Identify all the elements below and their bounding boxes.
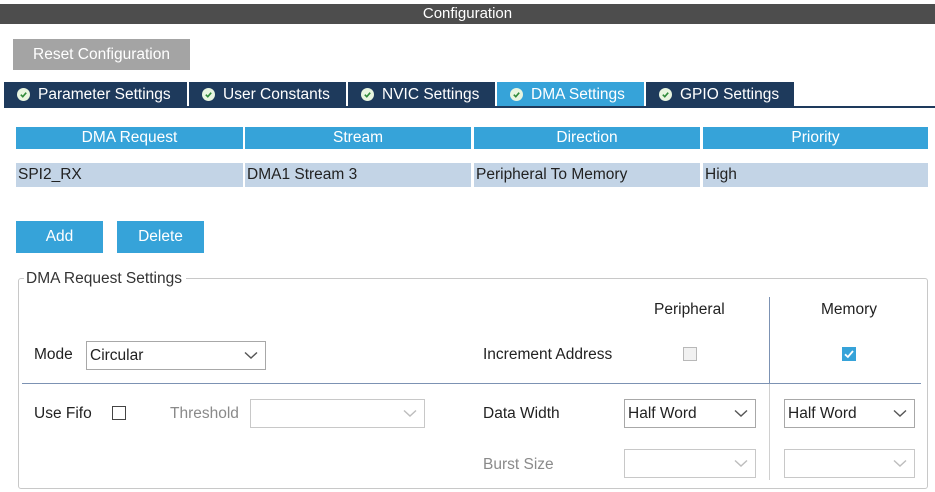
data-width-memory-select[interactable]: Half Word xyxy=(784,399,915,428)
chevron-down-icon xyxy=(403,409,417,417)
column-header-dma-request[interactable]: DMA Request xyxy=(16,127,243,149)
tab-label: GPIO Settings xyxy=(680,85,780,103)
data-width-label: Data Width xyxy=(483,405,560,422)
chevron-down-icon xyxy=(734,409,748,417)
threshold-select[interactable] xyxy=(250,399,425,428)
burst-size-peripheral-select[interactable] xyxy=(624,449,756,478)
data-width-memory-value: Half Word xyxy=(788,405,857,422)
add-button[interactable]: Add xyxy=(16,221,103,253)
column-header-stream[interactable]: Stream xyxy=(245,127,471,149)
tab-label: User Constants xyxy=(223,85,330,103)
data-width-peripheral-value: Half Word xyxy=(628,405,697,422)
peripheral-column-header: Peripheral xyxy=(654,301,725,318)
chevron-down-icon xyxy=(734,459,748,467)
reset-configuration-button[interactable]: Reset Configuration xyxy=(13,39,190,70)
increment-address-label: Increment Address xyxy=(483,346,613,363)
check-icon xyxy=(361,88,374,101)
cell-stream[interactable]: DMA1 Stream 3 xyxy=(245,163,471,187)
tab-underline xyxy=(4,106,935,108)
tab-label: NVIC Settings xyxy=(382,85,480,103)
burst-size-memory-select[interactable] xyxy=(784,449,915,478)
settings-tabs: Parameter Settings User Constants NVIC S… xyxy=(4,82,796,107)
section-divider xyxy=(22,383,921,384)
use-fifo-checkbox[interactable] xyxy=(112,406,126,420)
tab-dma-settings[interactable]: DMA Settings xyxy=(497,82,644,107)
delete-button[interactable]: Delete xyxy=(117,221,204,253)
check-icon xyxy=(202,88,215,101)
column-header-direction[interactable]: Direction xyxy=(474,127,700,149)
memory-column-header: Memory xyxy=(821,301,877,318)
threshold-label: Threshold xyxy=(170,405,239,422)
data-width-peripheral-select[interactable]: Half Word xyxy=(624,399,756,428)
column-divider-lower xyxy=(769,384,770,480)
chevron-down-icon xyxy=(893,459,907,467)
cell-priority[interactable]: High xyxy=(703,163,928,187)
tab-user-constants[interactable]: User Constants xyxy=(189,82,346,107)
check-icon xyxy=(844,350,854,359)
chevron-down-icon xyxy=(244,351,258,359)
tab-nvic-settings[interactable]: NVIC Settings xyxy=(348,82,495,107)
tab-parameter-settings[interactable]: Parameter Settings xyxy=(4,82,187,107)
cell-dma-request[interactable]: SPI2_RX xyxy=(16,163,243,187)
check-icon xyxy=(17,88,30,101)
column-divider xyxy=(769,297,770,384)
tab-label: DMA Settings xyxy=(531,85,625,103)
burst-size-label: Burst Size xyxy=(483,456,554,473)
tab-gpio-settings[interactable]: GPIO Settings xyxy=(646,82,794,107)
cell-direction[interactable]: Peripheral To Memory xyxy=(474,163,700,187)
column-header-priority[interactable]: Priority xyxy=(703,127,928,149)
chevron-down-icon xyxy=(893,409,907,417)
group-title: DMA Request Settings xyxy=(24,270,186,288)
use-fifo-label: Use Fifo xyxy=(34,405,92,422)
mode-select-value: Circular xyxy=(90,347,144,364)
mode-label: Mode xyxy=(34,346,73,363)
increment-memory-checkbox[interactable] xyxy=(842,347,856,361)
check-icon xyxy=(659,88,672,101)
increment-peripheral-checkbox[interactable] xyxy=(683,347,697,361)
tab-label: Parameter Settings xyxy=(38,85,171,103)
window-title: Configuration xyxy=(0,4,935,24)
mode-select[interactable]: Circular xyxy=(86,341,266,370)
check-icon xyxy=(510,88,523,101)
